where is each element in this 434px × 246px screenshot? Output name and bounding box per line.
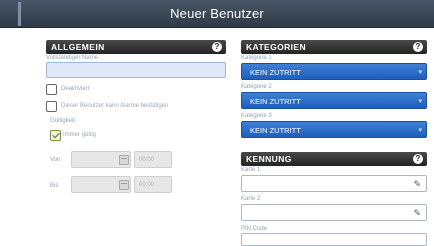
from-label: Von bbox=[50, 157, 61, 163]
to-label: Bis bbox=[50, 183, 59, 189]
chevron-down-icon: ▾ bbox=[418, 98, 422, 105]
card-1-input[interactable]: ✎ bbox=[241, 175, 427, 192]
to-date-field[interactable] bbox=[71, 176, 131, 193]
help-icon[interactable]: ? bbox=[413, 154, 423, 164]
calendar-icon[interactable] bbox=[119, 180, 129, 190]
help-icon[interactable]: ? bbox=[212, 42, 222, 52]
deactivated-checkbox[interactable] bbox=[46, 84, 57, 95]
section-title-kategorien: Kategorien bbox=[246, 42, 307, 52]
category-1-select[interactable]: KEIN ZUTRITT ▾ bbox=[241, 63, 427, 80]
always-valid-label: Immer gültig bbox=[63, 132, 97, 138]
window-title: Neuer Benutzer bbox=[170, 6, 264, 21]
section-header-allgemein: Allgemein ? bbox=[46, 40, 226, 54]
category-3-select[interactable]: KEIN ZUTRITT ▾ bbox=[241, 121, 427, 138]
category-3-label: Kategorie 3 bbox=[241, 113, 272, 119]
card-2-label: Karte 2 bbox=[241, 196, 261, 202]
confirm-alarms-label: Dieser Benutzer kann Alarme bestätigen bbox=[61, 103, 169, 109]
full-name-label: Vollständiger Name bbox=[46, 55, 99, 61]
section-title-kennung: Kennung bbox=[246, 154, 292, 164]
section-title-allgemein: Allgemein bbox=[51, 42, 105, 52]
confirm-alarms-checkbox[interactable] bbox=[46, 101, 57, 112]
help-icon[interactable]: ? bbox=[413, 42, 423, 52]
always-valid-checkbox[interactable] bbox=[50, 130, 61, 141]
full-name-input[interactable] bbox=[46, 62, 226, 78]
category-2-value: KEIN ZUTRITT bbox=[250, 97, 301, 106]
category-1-value: KEIN ZUTRITT bbox=[250, 68, 301, 77]
to-time-field[interactable]: 00:00 bbox=[134, 176, 172, 193]
from-date-field[interactable] bbox=[71, 151, 131, 168]
calendar-icon[interactable] bbox=[119, 155, 129, 165]
section-header-kennung: Kennung ? bbox=[241, 152, 427, 166]
validity-label: Gültigkeit bbox=[50, 118, 76, 124]
pin-code-input[interactable] bbox=[241, 233, 427, 246]
category-3-value: KEIN ZUTRITT bbox=[250, 126, 301, 135]
section-header-kategorien: Kategorien ? bbox=[241, 40, 427, 54]
window-titlebar: Neuer Benutzer bbox=[0, 0, 434, 28]
deactivated-label: Deaktiviert bbox=[61, 86, 90, 92]
category-2-select[interactable]: KEIN ZUTRITT ▾ bbox=[241, 92, 427, 109]
category-1-label: Kategorie 1 bbox=[241, 55, 272, 61]
card-reader-icon[interactable]: ✎ bbox=[413, 179, 421, 190]
pin-code-label: PIN Code bbox=[241, 226, 268, 232]
chevron-down-icon: ▾ bbox=[418, 69, 422, 76]
card-2-input[interactable]: ✎ bbox=[241, 204, 427, 221]
category-2-label: Kategorie 2 bbox=[241, 84, 272, 90]
card-reader-icon[interactable]: ✎ bbox=[413, 208, 421, 219]
from-time-field[interactable]: 00:00 bbox=[134, 151, 172, 168]
chevron-down-icon: ▾ bbox=[418, 127, 422, 134]
card-1-label: Karte 1 bbox=[241, 167, 261, 173]
